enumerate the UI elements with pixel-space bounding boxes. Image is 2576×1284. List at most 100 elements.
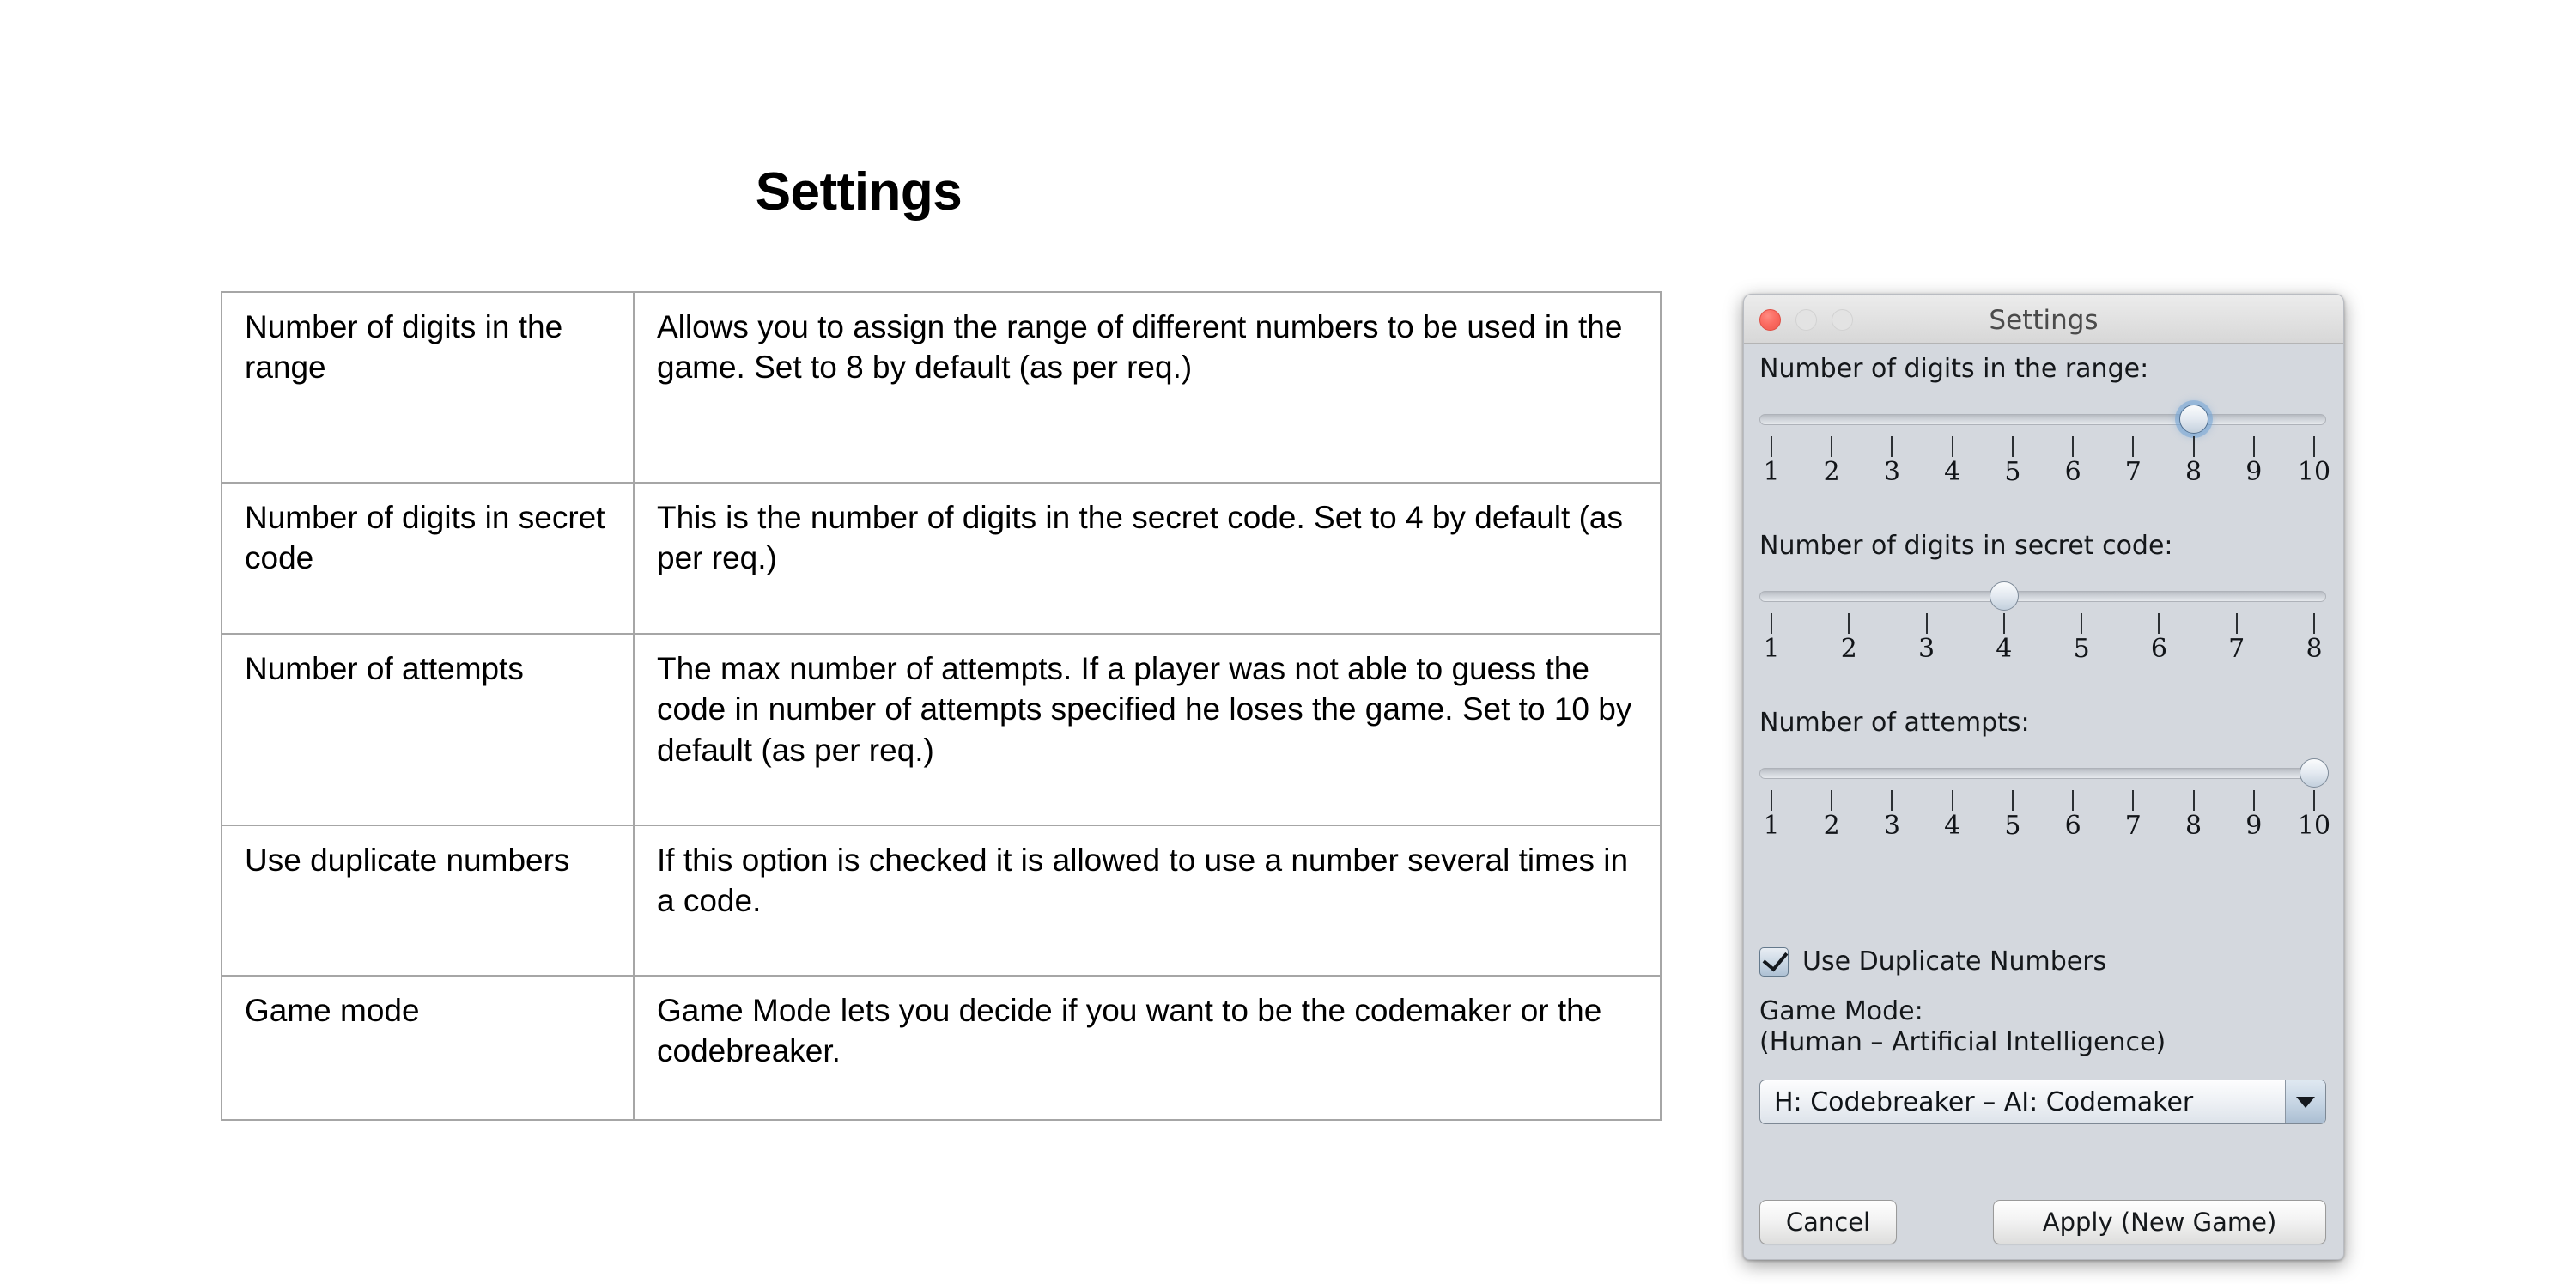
slider-tick-marks (1759, 790, 2326, 812)
slider-track[interactable] (1759, 591, 2326, 602)
slider-tick (1951, 790, 1953, 811)
slider-tick (2158, 613, 2160, 634)
slider-tick-label: 5 (2004, 811, 2021, 841)
use-duplicate-numbers-checkbox[interactable] (1759, 945, 1789, 977)
slider-tick-label: 8 (2185, 457, 2202, 487)
slider-track[interactable] (1759, 768, 2326, 779)
slider-tick (1891, 790, 1893, 811)
slider-tick-label: 2 (1823, 457, 1840, 487)
slider-tick (2081, 613, 2083, 634)
slider-tick (2072, 436, 2075, 457)
slider-tick-label: 5 (2004, 457, 2021, 487)
slider-tick (2313, 790, 2315, 811)
page-title: Settings (755, 162, 963, 222)
slider-tick (2002, 613, 2005, 634)
slider-tick (1771, 436, 1772, 457)
slider-tick (1771, 790, 1772, 811)
slider-tick (2235, 613, 2238, 634)
slider-tick-label: 7 (2228, 634, 2245, 664)
table-cell-term: Use duplicate numbers (221, 825, 635, 977)
table-row: Number of digits in secret code This is … (221, 482, 1662, 635)
table-cell-term: Number of digits in secret code (221, 482, 635, 635)
label-digits-in-secret-code: Number of digits in secret code: (1759, 531, 2173, 561)
slider-tick (2011, 790, 2014, 811)
slider-tick-label: 7 (2124, 811, 2142, 841)
slider-tick-label: 4 (1944, 457, 1961, 487)
slider-tick (1831, 790, 1833, 811)
table-cell-description: Game Mode lets you decide if you want to… (633, 975, 1662, 1121)
slider-tick-labels: 1 2 3 4 5 6 7 8 9 10 (1759, 457, 2330, 487)
slider-tick-label: 9 (2245, 811, 2263, 841)
apply-new-game-button[interactable]: Apply (New Game) (1993, 1200, 2326, 1244)
label-number-of-attempts: Number of attempts: (1759, 708, 2030, 738)
table-cell-description: The max number of attempts. If a player … (633, 633, 1662, 826)
table-cell-term: Number of digits in the range (221, 291, 635, 484)
slider-track[interactable] (1759, 414, 2326, 425)
dialog-window-title: Settings (1989, 305, 2099, 336)
slider-tick (1831, 436, 1833, 457)
game-mode-selected-value: H: Codebreaker – AI: Codemaker (1774, 1086, 2194, 1117)
slider-tick (2132, 790, 2135, 811)
slider-tick (1771, 613, 1772, 634)
slider-tick-label: 10 (2297, 811, 2331, 841)
slider-tick-label: 10 (2297, 457, 2331, 487)
slider-tick-label: 3 (1883, 457, 1900, 487)
triangle-down-glyph (2296, 1096, 2315, 1108)
label-game-mode-legend: (Human – Artificial Intelligence) (1759, 1027, 2166, 1057)
slider-tick-label: 2 (1823, 811, 1840, 841)
slider-tick-label: 2 (1840, 634, 1857, 664)
slider-tick (2313, 613, 2315, 634)
table-cell-term: Number of attempts (221, 633, 635, 826)
label-digits-in-range: Number of digits in the range: (1759, 354, 2149, 384)
slider-tick (2011, 436, 2014, 457)
dialog-body: Number of digits in the range: 1 2 3 4 5 6 7 8 9… (1744, 344, 2343, 1259)
slider-tick (2252, 436, 2255, 457)
slider-tick-label: 6 (2064, 457, 2081, 487)
settings-documentation-table: Number of digits in the range Allows you… (221, 291, 1662, 1121)
table-cell-description: Allows you to assign the range of differ… (633, 291, 1662, 484)
table-body: Number of digits in the range Allows you… (221, 291, 1662, 1121)
slider-tick-labels: 1 2 3 4 5 6 7 8 (1759, 634, 2326, 664)
slider-tick-marks (1759, 436, 2326, 459)
table-row: Number of digits in the range Allows you… (221, 291, 1662, 484)
slider-tick-label: 5 (2073, 634, 2090, 664)
slider-tick-labels: 1 2 3 4 5 6 7 8 9 10 (1759, 811, 2330, 841)
slider-tick-label: 3 (1883, 811, 1900, 841)
dialog-titlebar[interactable]: Settings (1744, 295, 2343, 344)
slider-tick (2192, 436, 2195, 457)
table-cell-description: This is the number of digits in the secr… (633, 482, 1662, 635)
slider-tick (2192, 790, 2195, 811)
chevron-down-icon[interactable] (2285, 1080, 2325, 1123)
slider-tick-label: 9 (2245, 457, 2263, 487)
settings-dialog-window: Settings Number of digits in the range: … (1743, 294, 2344, 1260)
slider-tick-label: 4 (1944, 811, 1961, 841)
slider-tick (2072, 790, 2075, 811)
slider-tick (2132, 436, 2135, 457)
slider-tick-marks (1759, 613, 2326, 636)
slider-thumb[interactable] (2300, 758, 2329, 788)
table-cell-term: Game mode (221, 975, 635, 1121)
slider-tick-label: 3 (1918, 634, 1935, 664)
slider-tick (2313, 436, 2315, 457)
slider-tick-label: 6 (2064, 811, 2081, 841)
cancel-button[interactable]: Cancel (1759, 1200, 1897, 1244)
slider-tick (1925, 613, 1928, 634)
slider-tick (1891, 436, 1893, 457)
slider-tick-label: 1 (1763, 811, 1780, 841)
use-duplicate-numbers-row[interactable]: Use Duplicate Numbers (1759, 945, 2106, 977)
table-row: Number of attempts The max number of att… (221, 633, 1662, 826)
slider-tick-label: 1 (1763, 634, 1780, 664)
slider-thumb[interactable] (1989, 581, 2019, 611)
slider-tick (1951, 436, 1953, 457)
slider-tick (2252, 790, 2255, 811)
game-mode-select[interactable]: H: Codebreaker – AI: Codemaker (1759, 1080, 2326, 1124)
table-row: Use duplicate numbers If this option is … (221, 825, 1662, 977)
slider-tick-label: 6 (2150, 634, 2167, 664)
table-cell-description: If this option is checked it is allowed … (633, 825, 1662, 977)
slider-tick-label: 7 (2124, 457, 2142, 487)
table-row: Game mode Game Mode lets you decide if y… (221, 975, 1662, 1121)
slider-tick-label: 4 (1996, 634, 2013, 664)
slider-thumb[interactable] (2178, 405, 2208, 434)
slider-tick-label: 8 (2185, 811, 2202, 841)
checkmark-icon (1762, 945, 1789, 971)
